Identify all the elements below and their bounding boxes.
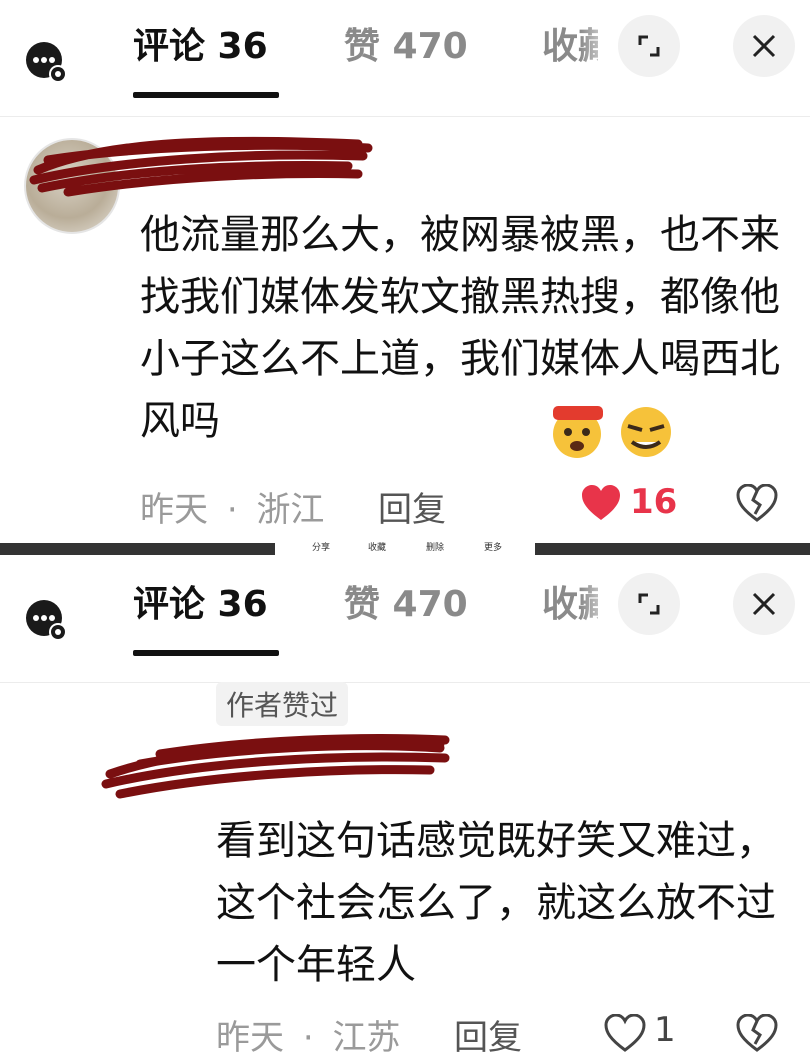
comment-meta: 昨天 · 浙江	[140, 482, 324, 531]
more-options-icon[interactable]	[24, 598, 68, 642]
reply-button[interactable]: 回复	[378, 482, 446, 531]
divider	[0, 682, 810, 683]
reply-button[interactable]: 回复	[454, 1010, 522, 1059]
close-button[interactable]	[733, 15, 795, 77]
author-liked-badge: 作者赞过	[216, 682, 349, 726]
separator-segment	[0, 543, 275, 555]
angry-face-emoji	[553, 406, 603, 458]
meta-separator: ·	[302, 1018, 314, 1058]
separator-delete: 删除	[426, 543, 445, 553]
expand-button[interactable]	[618, 573, 680, 635]
tab-bar: 评论 36 赞 470 收藏	[0, 558, 810, 658]
divider	[0, 116, 810, 117]
more-options-icon[interactable]	[24, 40, 68, 84]
comment-meta: 昨天 · 江苏	[216, 1010, 400, 1059]
tab-likes[interactable]: 赞 470	[344, 22, 468, 72]
redaction-scribble	[101, 734, 450, 799]
expand-icon	[638, 35, 660, 57]
redaction-scribble	[29, 136, 373, 197]
comment-panel-top: 评论 36 赞 470 收藏 他流量那么大，被网暴被黑，也不来找我们媒体发软文撤…	[0, 0, 810, 540]
active-tab-indicator	[133, 92, 279, 98]
screenshot-separator: 分享 收藏 删除 更多	[0, 540, 810, 558]
like-count: 16	[630, 482, 678, 522]
comment-text: 他流量那么大，被网暴被黑，也不来找我们媒体发软文撤黑热搜，都像他小子这么不上道，…	[140, 212, 780, 444]
emoji-group	[545, 402, 678, 460]
heart-icon[interactable]	[580, 484, 622, 522]
like-count: 1	[654, 1010, 676, 1050]
dislike-icon[interactable]	[736, 484, 778, 522]
tab-comments[interactable]: 评论 36	[133, 580, 268, 630]
tab-comments[interactable]: 评论 36	[133, 22, 268, 72]
tab-fade	[580, 20, 620, 80]
dislike-icon[interactable]	[736, 1014, 778, 1052]
expand-button[interactable]	[618, 15, 680, 77]
close-button[interactable]	[733, 573, 795, 635]
close-icon	[752, 34, 776, 58]
tab-likes[interactable]: 赞 470	[344, 580, 468, 630]
comment-text: 看到这句话感觉既好笑又难过，这个社会怎么了，就这么放不过一个年轻人	[216, 818, 776, 988]
expand-icon	[638, 593, 660, 615]
sly-face-emoji	[621, 407, 672, 457]
separator-segment	[535, 543, 810, 555]
separator-more: 更多	[484, 543, 503, 553]
comment-time: 昨天	[216, 1018, 284, 1058]
tab-fade	[580, 578, 620, 638]
heart-outline-icon[interactable]	[604, 1014, 646, 1052]
comment-time: 昨天	[140, 490, 208, 530]
comment-panel-bottom: 评论 36 赞 470 收藏 作者赞过 看到这句话感觉既好笑又难过，这个社会怎么…	[0, 558, 810, 1058]
separator-share: 分享	[312, 543, 331, 553]
active-tab-indicator	[133, 650, 279, 656]
comment-location: 江苏	[332, 1018, 401, 1058]
close-icon	[752, 592, 776, 616]
comment-location: 浙江	[256, 490, 325, 530]
meta-separator: ·	[226, 490, 238, 530]
tab-bar: 评论 36 赞 470 收藏	[0, 0, 810, 100]
separator-favorite: 收藏	[368, 543, 387, 553]
